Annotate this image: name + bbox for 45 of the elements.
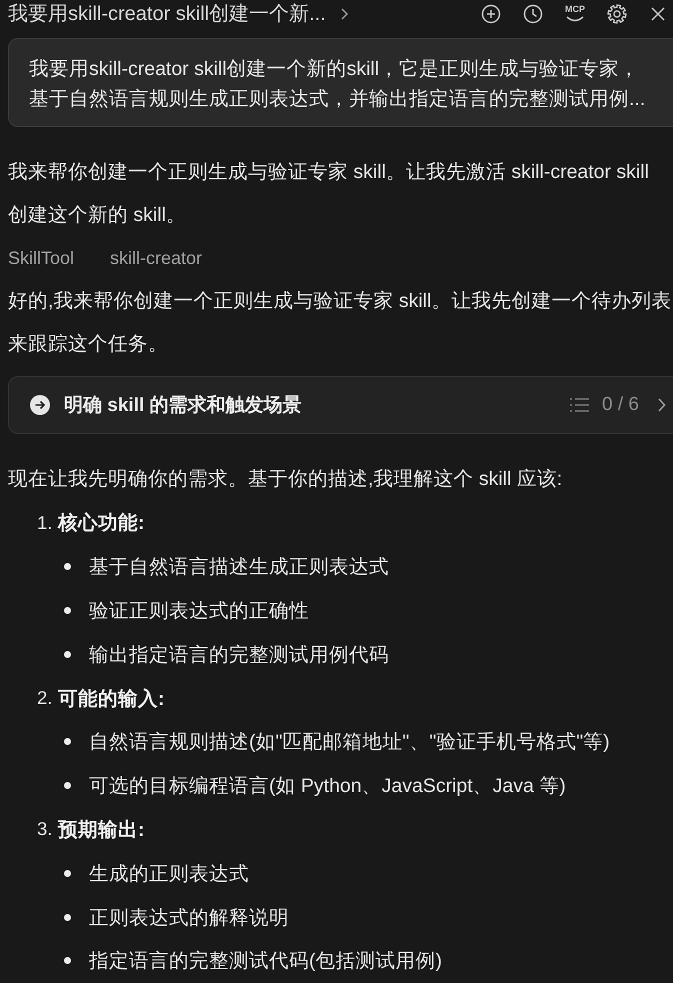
bullet-icon: [64, 738, 71, 746]
list-item-text: 验证正则表达式的正确性: [89, 598, 309, 624]
chevron-right-icon[interactable]: [340, 7, 349, 21]
list-number: 2.: [37, 687, 54, 710]
message-text: 现在让我先明确你的需求。基于你的描述,我理解这个 skill 应该:: [8, 467, 562, 492]
chat-title[interactable]: 我要用skill-creator skill创建一个新...: [8, 2, 326, 26]
arc-icon: [565, 15, 585, 23]
user-message-text: 我要用skill-creator skill创建一个新的skill，它是正则生成与验证专家， 基于自然语言规则生成正则表达式，并输出指定语言的完整测试用例...: [29, 57, 646, 112]
bullet-icon: [64, 957, 71, 964]
bullet-icon: [64, 782, 71, 790]
arrow-circle-icon: [30, 395, 50, 415]
list-item-text: 自然语言规则描述(如"匹配邮箱地址"、"验证手机号格式"等): [89, 730, 610, 756]
close-icon: [649, 5, 667, 23]
list-icon: [569, 396, 590, 414]
list-heading: 核心功能:: [58, 511, 144, 536]
list-heading: 预期输出:: [58, 818, 144, 843]
list-heading: 可能的输入:: [58, 686, 164, 712]
todo-task-text: 明确 skill 的需求和触发场景: [64, 394, 302, 418]
list-item-text: 正则表达式的解释说明: [89, 906, 289, 931]
todo-bar[interactable]: 明确 skill 的需求和触发场景 0 / 6: [8, 376, 673, 434]
message-text: 好的,我来帮你创建一个正则生成与验证专家 skill。让我先创建一个待办列表 来跟踪这个任务。: [8, 289, 672, 357]
tool-name: SkillTool: [8, 248, 74, 269]
history-button[interactable]: [521, 2, 545, 26]
list-number: 1.: [37, 512, 54, 534]
list-item-text: 基于自然语言描述生成正则表达式: [89, 555, 389, 580]
settings-button[interactable]: [605, 2, 629, 26]
bullet-icon: [64, 914, 71, 921]
gear-icon: [607, 4, 627, 24]
todo-count: 0 / 6: [602, 394, 639, 416]
clock-icon: [523, 4, 543, 24]
list-item-text: 指定语言的完整测试代码(包括测试用例): [89, 949, 442, 974]
plus-circle-icon: [481, 4, 501, 24]
bullet-icon: [64, 650, 71, 658]
mcp-button[interactable]: MCP: [563, 3, 587, 25]
bullet-icon: [64, 870, 71, 877]
chevron-right-icon: [657, 397, 667, 413]
message-text: 我来帮你创建一个正则生成与验证专家 skill。让我先激活 skill-creator skill 创建这个新的 skill。: [8, 160, 649, 228]
list-item-text: 输出指定语言的完整测试用例代码: [89, 642, 389, 668]
list-item-text: 生成的正则表达式: [89, 862, 249, 887]
list-number: 3.: [37, 818, 54, 840]
tool-argument: skill-creator: [110, 248, 202, 269]
bullet-icon: [64, 563, 71, 570]
list-item-text: 可选的目标编程语言(如 Python、JavaScript、Java 等): [89, 774, 566, 800]
new-chat-button[interactable]: [479, 2, 503, 26]
bullet-icon: [64, 606, 71, 614]
